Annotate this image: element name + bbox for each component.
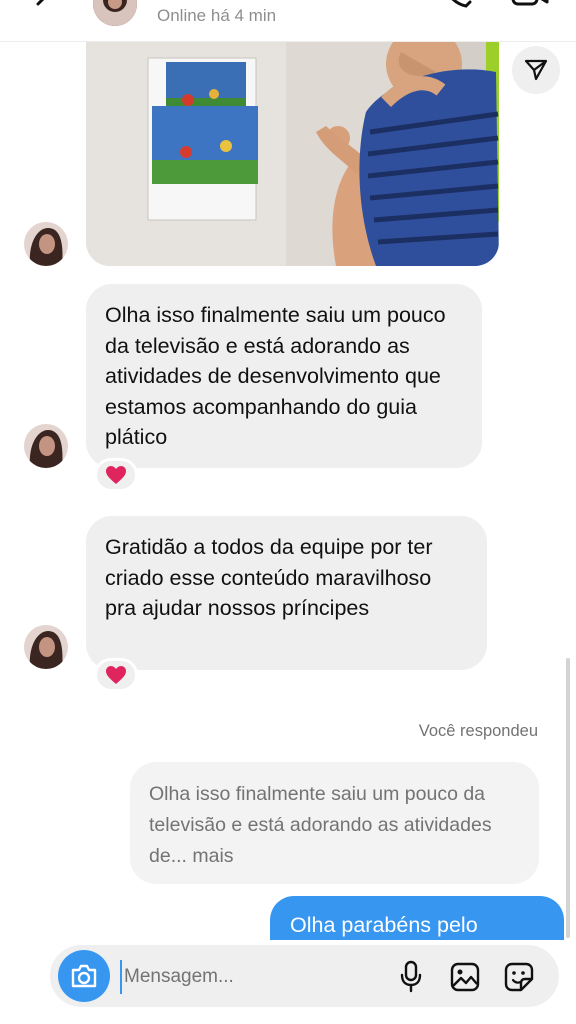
sender-avatar[interactable] bbox=[24, 424, 68, 468]
quoted-message[interactable]: Olha isso finalmente saiu um pouco da te… bbox=[130, 762, 539, 884]
received-message[interactable]: Olha isso finalmente saiu um pouco da te… bbox=[86, 284, 482, 468]
phone-icon bbox=[451, 0, 472, 8]
scrollbar[interactable] bbox=[566, 658, 570, 938]
message-text: Olha isso finalmente saiu um pouco da te… bbox=[105, 303, 446, 449]
back-button[interactable] bbox=[28, 0, 62, 20]
video-call-button[interactable] bbox=[510, 0, 550, 20]
sender-avatar[interactable] bbox=[24, 222, 68, 266]
share-button[interactable] bbox=[512, 46, 560, 94]
voice-message-button[interactable] bbox=[398, 960, 424, 994]
message-text: Olha parabéns pelo bbox=[290, 913, 478, 937]
microphone-icon bbox=[400, 960, 422, 993]
online-status: Online há 4 min bbox=[157, 6, 277, 25]
sender-avatar[interactable] bbox=[24, 625, 68, 669]
received-message[interactable]: Gratidão a todos da equipe por ter criad… bbox=[86, 516, 487, 670]
replied-label: Você respondeu bbox=[418, 722, 538, 740]
camera-button[interactable] bbox=[58, 950, 110, 1002]
sticker-icon bbox=[504, 962, 534, 992]
back-arrow-icon bbox=[36, 0, 45, 6]
chat-header: Online há 4 min bbox=[0, 0, 576, 42]
video-camera-icon bbox=[511, 0, 549, 6]
message-input[interactable] bbox=[120, 960, 380, 994]
gallery-icon bbox=[450, 962, 480, 992]
message-reaction[interactable] bbox=[94, 658, 138, 692]
message-text: Gratidão a todos da equipe por ter criad… bbox=[105, 535, 433, 620]
heart-icon bbox=[106, 666, 126, 684]
message-reaction[interactable] bbox=[94, 458, 138, 492]
shared-photo[interactable] bbox=[86, 42, 499, 266]
sticker-button[interactable] bbox=[503, 961, 535, 993]
camera-icon bbox=[71, 964, 97, 988]
quoted-text: Olha isso finalmente saiu um pouco da te… bbox=[149, 783, 492, 867]
heart-icon bbox=[106, 466, 126, 484]
voice-call-button[interactable] bbox=[440, 0, 476, 20]
paper-plane-icon bbox=[524, 59, 548, 81]
contact-avatar[interactable] bbox=[93, 0, 137, 26]
gallery-button[interactable] bbox=[449, 961, 481, 993]
